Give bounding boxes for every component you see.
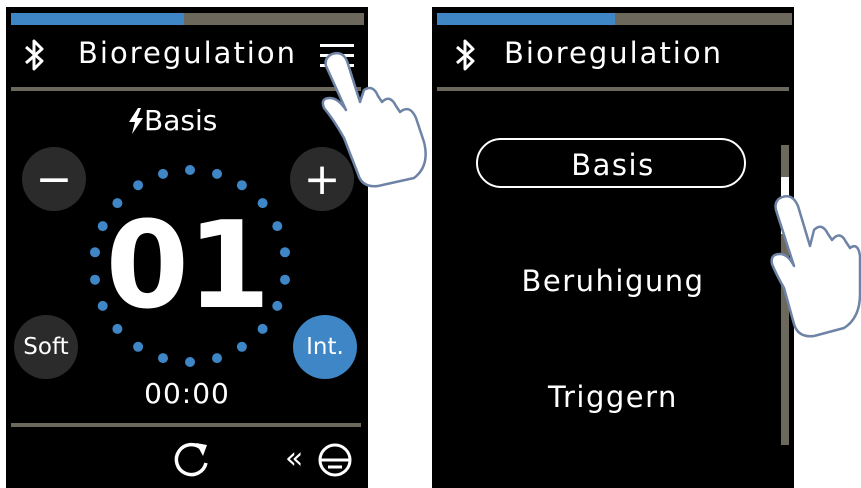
level-dot — [236, 180, 247, 191]
mode-menu-screen: Bioregulation Basis Beruhigung Triggern — [432, 7, 794, 488]
level-dot — [212, 353, 222, 364]
bluetooth-icon — [456, 39, 475, 71]
progress-bar — [437, 13, 792, 25]
menu-item-basis-label: Basis — [571, 148, 655, 182]
level-dot — [133, 341, 144, 352]
level-value: 01 — [105, 197, 271, 336]
progress-fill — [437, 13, 615, 25]
menu-item-triggern[interactable]: Triggern — [432, 380, 794, 414]
soft-button[interactable]: Soft — [14, 315, 78, 379]
level-dot — [212, 168, 222, 179]
back-label[interactable]: « — [285, 441, 303, 476]
electrode-icon[interactable] — [315, 440, 355, 480]
level-dot — [185, 357, 195, 367]
level-dot — [158, 353, 168, 364]
intensity-button[interactable]: Int. — [293, 315, 357, 379]
header-divider — [437, 87, 789, 91]
level-dot — [133, 180, 144, 191]
main-screen: Bioregulation Basis − + 01 Soft Int. 00:… — [6, 7, 368, 488]
progress-track — [614, 13, 792, 25]
footer-divider — [11, 423, 361, 427]
level-dot — [158, 168, 168, 179]
level-dot — [236, 341, 247, 352]
swipe-hand-icon — [770, 195, 861, 338]
level-dot — [185, 165, 195, 175]
app-title: Bioregulation — [504, 36, 723, 70]
menu-item-beruhigung[interactable]: Beruhigung — [432, 264, 794, 298]
refresh-icon[interactable] — [172, 439, 212, 479]
soft-label: Soft — [23, 334, 69, 360]
timer: 00:00 — [144, 377, 230, 410]
tap-hand-icon — [321, 51, 427, 188]
intensity-label: Int. — [306, 334, 344, 360]
